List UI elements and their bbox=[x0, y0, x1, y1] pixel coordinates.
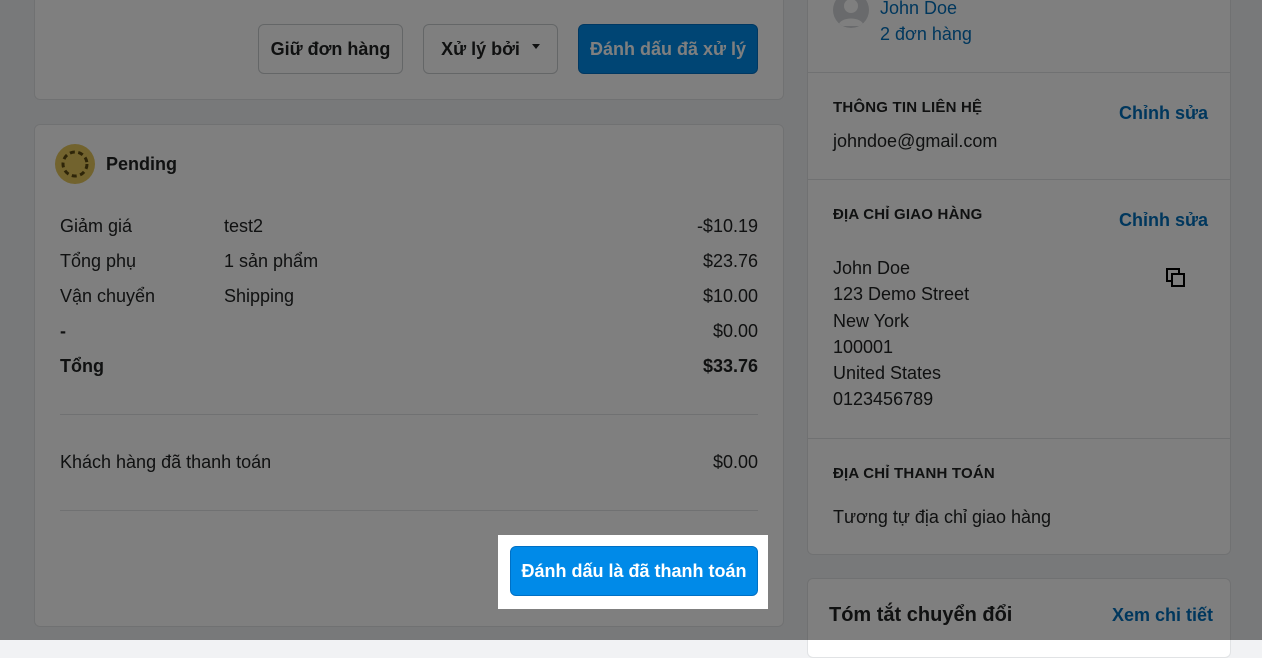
caret-down-icon bbox=[531, 43, 540, 49]
process-by-label: Xử lý bởi bbox=[441, 38, 520, 59]
mark-fulfilled-button[interactable]: Đánh dấu đã xử lý bbox=[578, 24, 758, 74]
shipping-line: 123 Demo Street bbox=[833, 284, 970, 304]
customer-orders-link[interactable]: 2 đơn hàng bbox=[880, 24, 972, 45]
conversion-title: Tóm tắt chuyển đổi bbox=[829, 604, 1013, 626]
divider bbox=[60, 510, 758, 511]
shipping-edit-link[interactable]: Chỉnh sửa bbox=[1119, 210, 1208, 231]
customer-name-link[interactable]: John Doe bbox=[880, 0, 957, 19]
divider bbox=[60, 414, 758, 415]
pending-status-icon bbox=[55, 144, 95, 184]
contact-email: johndoe@gmail.com bbox=[833, 131, 998, 151]
payment-status: Pending bbox=[106, 154, 177, 174]
contact-edit-link[interactable]: Chỉnh sửa bbox=[1119, 103, 1208, 124]
summary-row: Giảm giá test2 -$10.19 bbox=[60, 216, 758, 236]
hold-order-button[interactable]: Giữ đơn hàng bbox=[258, 24, 403, 74]
shipping-line: United States bbox=[833, 363, 942, 383]
contact-title: THÔNG TIN LIÊN HỆ bbox=[833, 99, 983, 116]
divider bbox=[808, 72, 1230, 73]
summary-row: Tổng phụ 1 sản phẩm $23.76 bbox=[60, 251, 758, 271]
conversion-details-link[interactable]: Xem chi tiết bbox=[1112, 605, 1213, 626]
summary-row: Vận chuyển Shipping $10.00 bbox=[60, 286, 758, 306]
summary-row: - $0.00 bbox=[60, 321, 758, 341]
divider bbox=[808, 179, 1230, 180]
billing-title: ĐỊA CHỈ THANH TOÁN bbox=[833, 465, 995, 482]
mark-paid-button[interactable]: Đánh dấu là đã thanh toán bbox=[510, 546, 758, 596]
shipping-line: New York bbox=[833, 311, 910, 331]
copy-icon[interactable] bbox=[1165, 267, 1187, 289]
shipping-line: John Doe bbox=[833, 258, 911, 278]
shipping-line: 100001 bbox=[833, 337, 894, 357]
billing-text: Tương tự địa chỉ giao hàng bbox=[833, 507, 1052, 527]
paid-row: Khách hàng đã thanh toán $0.00 bbox=[60, 452, 758, 472]
total-row: Tổng $33.76 bbox=[60, 356, 758, 376]
divider bbox=[808, 438, 1230, 439]
shipping-title: ĐỊA CHỈ GIAO HÀNG bbox=[833, 206, 983, 223]
process-by-dropdown[interactable]: Xử lý bởi bbox=[423, 24, 558, 74]
shipping-line: 0123456789 bbox=[833, 389, 934, 409]
